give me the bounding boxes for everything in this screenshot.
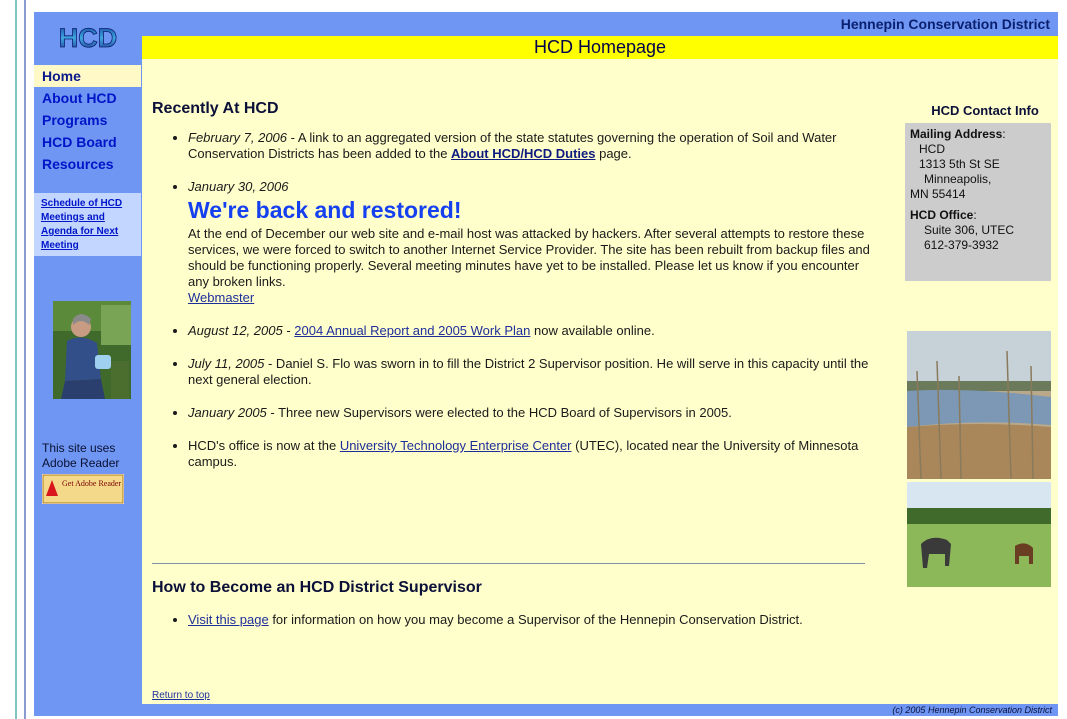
nav-item-about-hcd[interactable]: About HCD — [34, 87, 141, 109]
hcd-logo[interactable]: HCD — [42, 23, 134, 51]
list-item: August 12, 2005 - 2004 Annual Report and… — [188, 323, 870, 339]
nav-item-hcd-board[interactable]: HCD Board — [34, 131, 141, 153]
adobe-reader-badge[interactable]: Get Adobe Reader — [42, 474, 124, 504]
schedule-link[interactable]: Schedule of HCD Meetings and Agenda for … — [41, 198, 122, 251]
office-line: Suite 306, UTEC — [924, 223, 1015, 237]
webmaster-link[interactable]: Webmaster — [188, 290, 254, 305]
mailing-line: MN 55414 — [910, 187, 966, 201]
nav-item-home[interactable]: Home — [34, 65, 141, 87]
svg-text:Get Adobe Reader: Get Adobe Reader — [62, 479, 121, 488]
list-item: February 7, 2006 - A link to an aggregat… — [188, 130, 870, 162]
annual-report-link[interactable]: 2004 Annual Report and 2005 Work Plan — [294, 323, 530, 338]
news-body: At the end of December our web site and … — [188, 226, 870, 289]
supervisor-text: for information on how you may become a … — [268, 612, 803, 627]
news-text: HCD's office is now at the — [188, 438, 340, 453]
recent-title: Recently At HCD — [152, 100, 279, 117]
utec-link[interactable]: University Technology Enterprise Center — [340, 438, 572, 453]
schedule-box: Schedule of HCD Meetings and Agenda for … — [34, 193, 141, 256]
page-title: HCD Homepage — [533, 37, 667, 57]
site-name: Hennepin Conservation District — [840, 16, 1050, 32]
left-edge-line-gray — [24, 0, 26, 719]
list-item: Visit this page for information on how y… — [188, 612, 906, 628]
news-text-after: now available online. — [530, 323, 655, 338]
news-date: February 7, 2006 — [188, 130, 288, 145]
office-line: 612-379-3932 — [924, 238, 999, 252]
page-title-bar: HCD Homepage — [142, 36, 1058, 59]
site-frame: HCD Hennepin Conservation District HCD H… — [34, 12, 1058, 716]
mailing-label: Mailing Address — [910, 127, 1003, 141]
news-text: - Daniel S. Flo was sworn in to fill the… — [188, 356, 869, 387]
list-item: July 11, 2005 - Daniel S. Flo was sworn … — [188, 356, 870, 388]
svg-text:HCD: HCD — [59, 23, 118, 51]
footer-copyright: (c) 2005 Hennepin Conservation District — [892, 705, 1052, 715]
mailing-line: Minneapolis, — [924, 172, 992, 186]
news-text: - — [282, 323, 295, 338]
news-text: - Three new Supervisors were elected to … — [266, 405, 732, 420]
news-list: February 7, 2006 - A link to an aggregat… — [152, 130, 870, 470]
news-text-after: page. — [595, 146, 632, 161]
contact-box: Mailing Address: HCD 1313 5th St SE Minn… — [905, 123, 1051, 281]
supervisor-list: Visit this page for information on how y… — [152, 612, 906, 645]
section-divider — [152, 563, 865, 564]
adobe-reader-note: This site uses Adobe Reader — [42, 441, 120, 470]
volunteer-photo — [53, 301, 131, 399]
horses-photo — [907, 482, 1051, 587]
news-date: January 2005 — [188, 405, 267, 420]
main-column: Recently At HCD February 7, 2006 - A lin… — [152, 100, 870, 487]
mailing-line: HCD — [919, 142, 945, 156]
list-item: HCD's office is now at the University Te… — [188, 438, 870, 470]
nav-item-resources[interactable]: Resources — [34, 153, 141, 175]
content-area: Recently At HCD February 7, 2006 - A lin… — [142, 59, 1058, 704]
nav-item-programs[interactable]: Programs — [34, 109, 141, 131]
office-label: HCD Office — [910, 208, 974, 222]
wetland-photo — [907, 331, 1051, 479]
news-date: January 30, 2006 — [188, 179, 289, 194]
visit-page-link[interactable]: Visit this page — [188, 612, 269, 627]
main-nav: Home About HCD Programs HCD Board Resour… — [34, 65, 141, 256]
about-duties-link[interactable]: About HCD/HCD Duties — [451, 146, 595, 161]
list-item: January 30, 2006 We're back and restored… — [188, 179, 870, 306]
mailing-line: 1313 5th St SE — [919, 157, 1000, 171]
supervisor-title: How to Become an HCD District Supervisor — [152, 579, 482, 596]
headline-restored: We're back and restored! — [188, 197, 462, 223]
news-date: July 11, 2005 — [188, 356, 265, 371]
list-item: January 2005 - Three new Supervisors wer… — [188, 405, 870, 421]
contact-title: HCD Contact Info — [931, 103, 1039, 118]
news-date: August 12, 2005 — [188, 323, 283, 338]
return-to-top-link[interactable]: Return to top — [152, 690, 210, 701]
left-edge-line-teal — [15, 0, 17, 719]
